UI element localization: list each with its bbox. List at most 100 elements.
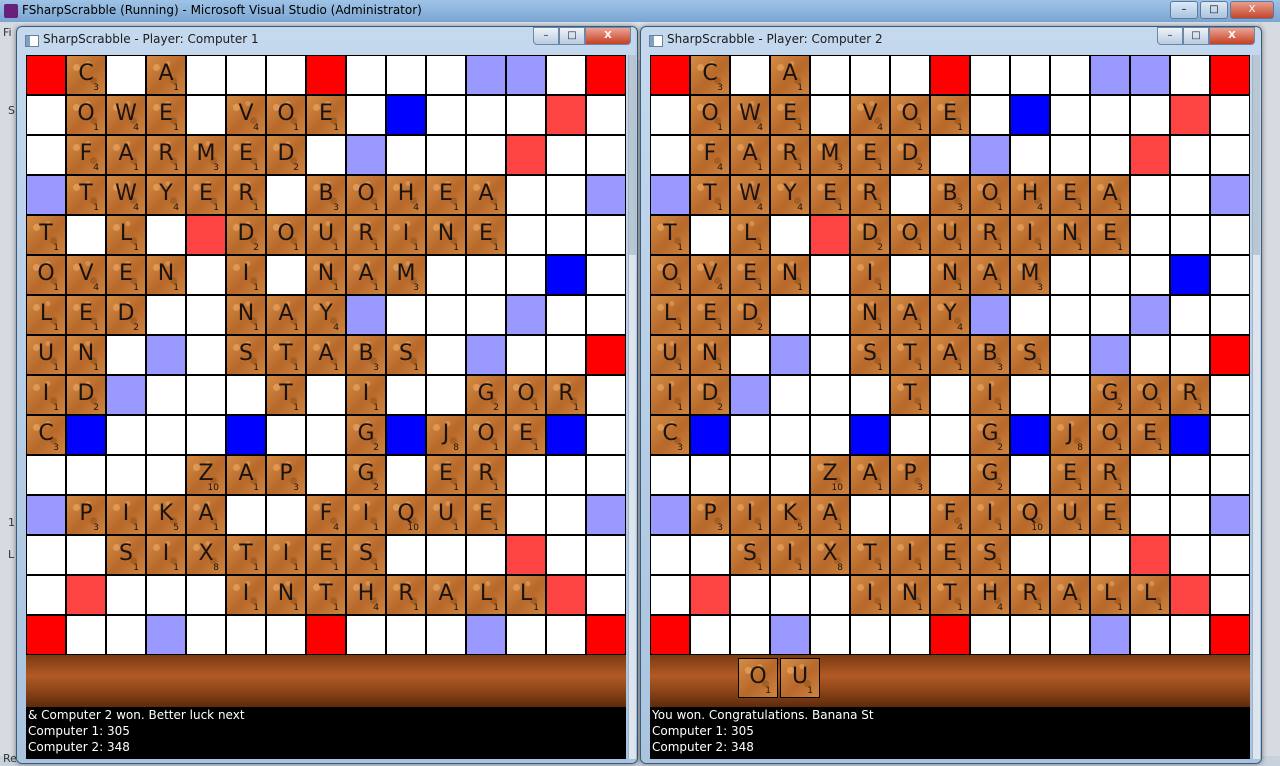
board-square[interactable] xyxy=(506,615,546,655)
board-square[interactable] xyxy=(146,215,186,255)
board-square[interactable] xyxy=(146,295,186,335)
board-square[interactable] xyxy=(506,95,546,135)
board-square[interactable] xyxy=(586,215,626,255)
board-square[interactable] xyxy=(266,55,306,95)
board-square[interactable] xyxy=(1090,95,1130,135)
double-word-square[interactable] xyxy=(506,535,546,575)
board-square[interactable] xyxy=(26,95,66,135)
board-square[interactable] xyxy=(1130,615,1170,655)
triple-word-square[interactable] xyxy=(306,615,346,655)
board-square[interactable] xyxy=(26,455,66,495)
board-square[interactable] xyxy=(1050,95,1090,135)
board-square[interactable] xyxy=(226,495,266,535)
double-letter-square[interactable] xyxy=(1130,55,1170,95)
board-square[interactable] xyxy=(146,455,186,495)
triple-word-square[interactable] xyxy=(1210,335,1250,375)
board-square[interactable] xyxy=(1170,295,1210,335)
triple-word-square[interactable] xyxy=(26,55,66,95)
board-square[interactable] xyxy=(850,375,890,415)
triple-word-square[interactable] xyxy=(306,55,346,95)
board-square[interactable] xyxy=(466,535,506,575)
board-square[interactable] xyxy=(770,295,810,335)
double-letter-square[interactable] xyxy=(730,375,770,415)
board-square[interactable] xyxy=(426,535,466,575)
board-square[interactable] xyxy=(306,415,346,455)
double-letter-square[interactable] xyxy=(770,335,810,375)
board-square[interactable] xyxy=(1130,335,1170,375)
board-square[interactable] xyxy=(26,575,66,615)
board-square[interactable] xyxy=(306,375,346,415)
triple-letter-square[interactable] xyxy=(546,255,586,295)
board-square[interactable] xyxy=(546,535,586,575)
board-square[interactable] xyxy=(770,415,810,455)
board-square[interactable] xyxy=(106,455,146,495)
board-square[interactable] xyxy=(546,495,586,535)
board-square[interactable] xyxy=(1050,55,1090,95)
board-square[interactable] xyxy=(186,295,226,335)
board-square[interactable] xyxy=(186,375,226,415)
board-square[interactable] xyxy=(586,95,626,135)
triple-word-square[interactable] xyxy=(930,55,970,95)
board-square[interactable] xyxy=(1210,95,1250,135)
board-square[interactable] xyxy=(730,415,770,455)
double-word-square[interactable] xyxy=(506,135,546,175)
board-square[interactable] xyxy=(1050,135,1090,175)
board-square[interactable] xyxy=(1010,135,1050,175)
board-square[interactable] xyxy=(266,175,306,215)
board-square[interactable] xyxy=(226,615,266,655)
rack-tile[interactable]: O1 xyxy=(738,658,778,698)
board-square[interactable] xyxy=(890,55,930,95)
board-square[interactable] xyxy=(506,495,546,535)
board-square[interactable] xyxy=(546,335,586,375)
vs-minimize-button[interactable]: – xyxy=(1170,1,1198,19)
board-square[interactable] xyxy=(650,455,690,495)
board-square[interactable] xyxy=(890,495,930,535)
triple-word-square[interactable] xyxy=(650,615,690,655)
board-square[interactable] xyxy=(66,215,106,255)
board-square[interactable] xyxy=(730,615,770,655)
board-square[interactable] xyxy=(546,295,586,335)
board-square[interactable] xyxy=(1010,55,1050,95)
board-square[interactable] xyxy=(1210,535,1250,575)
board-square[interactable] xyxy=(1130,215,1170,255)
board-square[interactable] xyxy=(106,55,146,95)
board-square[interactable] xyxy=(266,615,306,655)
board-square[interactable] xyxy=(66,535,106,575)
board-square[interactable] xyxy=(770,575,810,615)
board-square[interactable] xyxy=(1130,175,1170,215)
board-square[interactable] xyxy=(1170,455,1210,495)
triple-word-square[interactable] xyxy=(930,615,970,655)
triple-letter-square[interactable] xyxy=(386,415,426,455)
double-letter-square[interactable] xyxy=(466,335,506,375)
board-square[interactable] xyxy=(426,135,466,175)
board-square[interactable] xyxy=(546,455,586,495)
board-square[interactable] xyxy=(1210,415,1250,455)
board-square[interactable] xyxy=(1130,95,1170,135)
board-square[interactable] xyxy=(1210,215,1250,255)
board-square[interactable] xyxy=(386,535,426,575)
board-square[interactable] xyxy=(1010,455,1050,495)
board-square[interactable] xyxy=(586,375,626,415)
board-square[interactable] xyxy=(386,295,426,335)
triple-letter-square[interactable] xyxy=(850,415,890,455)
board-square[interactable] xyxy=(26,535,66,575)
board-square[interactable] xyxy=(690,615,730,655)
triple-word-square[interactable] xyxy=(586,335,626,375)
board-square[interactable] xyxy=(346,95,386,135)
board-square[interactable] xyxy=(506,255,546,295)
board-square[interactable] xyxy=(810,415,850,455)
board-square[interactable] xyxy=(506,175,546,215)
board-square[interactable] xyxy=(890,615,930,655)
board-square[interactable] xyxy=(546,55,586,95)
board-square[interactable] xyxy=(1210,455,1250,495)
double-letter-square[interactable] xyxy=(1210,175,1250,215)
board-square[interactable] xyxy=(1050,295,1090,335)
triple-word-square[interactable] xyxy=(586,55,626,95)
double-letter-square[interactable] xyxy=(1130,295,1170,335)
board-square[interactable] xyxy=(186,335,226,375)
board-square[interactable] xyxy=(386,455,426,495)
triple-letter-square[interactable] xyxy=(1170,255,1210,295)
board-square[interactable] xyxy=(586,295,626,335)
board-square[interactable] xyxy=(1170,535,1210,575)
board-square[interactable] xyxy=(850,55,890,95)
